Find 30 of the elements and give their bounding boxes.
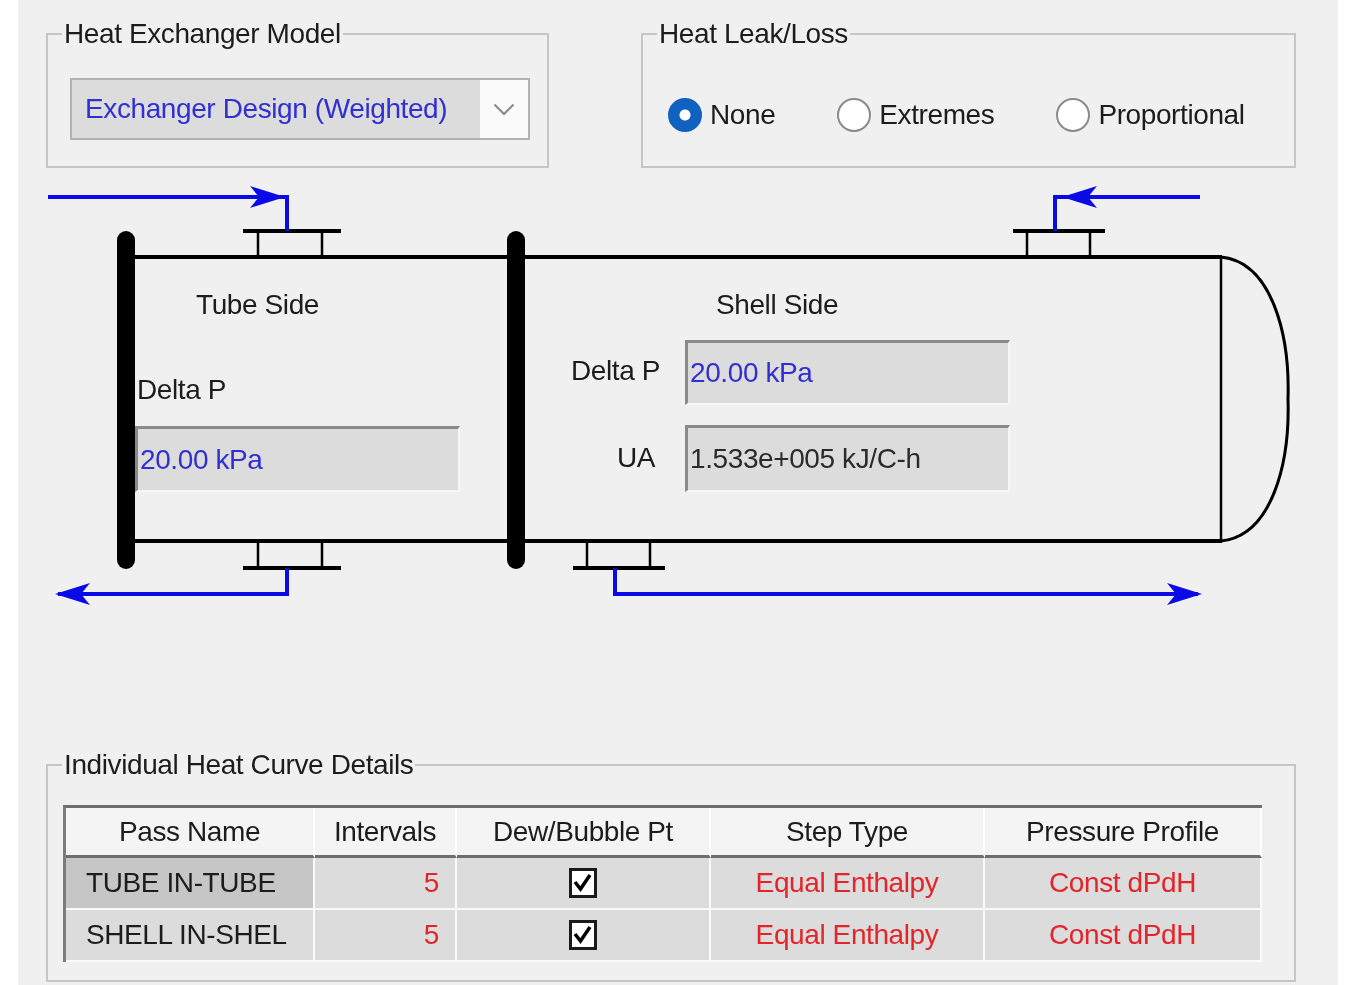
radio-label[interactable]: Proportional [1098,98,1245,132]
side-title: Shell Side [716,288,839,322]
input-field[interactable]: 20.00 kPa [135,426,460,492]
side-title: Tube Side [196,288,319,322]
group-title: Heat Leak/Loss [658,17,849,51]
input-field[interactable]: 20.00 kPa [685,340,1010,405]
radio-button[interactable] [837,98,872,132]
table-cell: 5 [315,910,457,962]
field-label: Delta P [570,354,660,388]
field-label: UA [616,441,655,475]
radio-button[interactable] [1056,98,1091,132]
group-title: Individual Heat Curve Details [63,748,415,782]
input-field[interactable]: 1.533e+005 kJ/C-h [685,425,1010,492]
table-cell: SHELL IN-SHEL [66,910,315,962]
column-header[interactable]: Pressure Profile [985,808,1262,858]
radio-button[interactable] [668,98,702,132]
column-header[interactable]: Dew/Bubble Pt [457,808,711,858]
column-header[interactable]: Intervals [315,808,457,858]
checkbox[interactable] [569,920,597,950]
chevron-down-icon [493,102,515,116]
group-title: Heat Exchanger Model [63,17,342,51]
radio-label[interactable]: Extremes [879,98,995,132]
column-header[interactable]: Step Type [711,808,985,858]
model-dropdown[interactable]: Exchanger Design (Weighted) [70,78,530,140]
table-cell: TUBE IN-TUBE [66,858,315,910]
table-cell: 5 [315,858,457,910]
column-header[interactable]: Pass Name [66,808,315,858]
field-label: Delta P [137,373,227,407]
checkbox[interactable] [569,868,597,898]
radio-label[interactable]: None [710,98,776,132]
